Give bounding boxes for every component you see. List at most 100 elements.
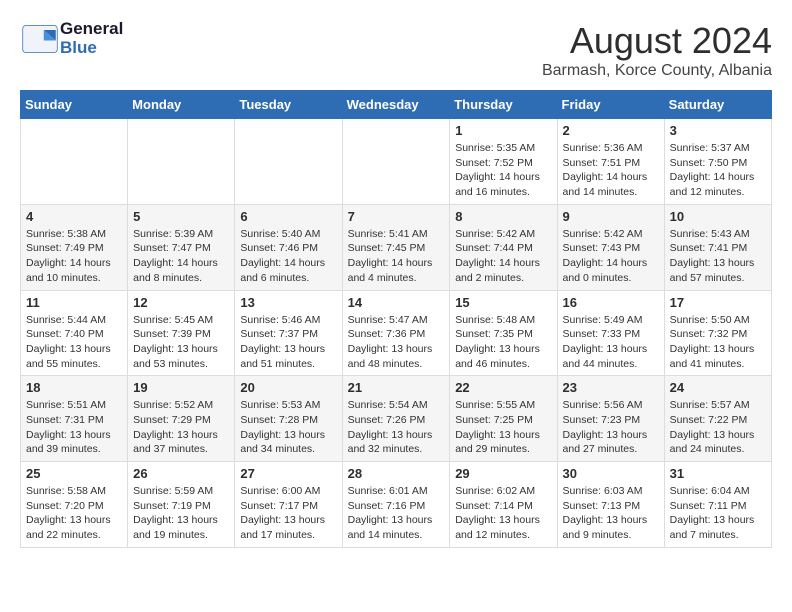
day-info: Sunrise: 5:55 AM Sunset: 7:25 PM Dayligh… <box>455 398 551 457</box>
page-header: General Blue August 2024 Barmash, Korce … <box>20 20 772 80</box>
day-number: 22 <box>455 380 551 395</box>
day-info: Sunrise: 5:48 AM Sunset: 7:35 PM Dayligh… <box>455 313 551 372</box>
calendar-week-row: 1 Sunrise: 5:35 AM Sunset: 7:52 PM Daylig… <box>21 119 772 205</box>
logo-general: General <box>60 20 123 39</box>
day-info: Sunrise: 5:42 AM Sunset: 7:44 PM Dayligh… <box>455 227 551 286</box>
day-info: Sunrise: 6:00 AM Sunset: 7:17 PM Dayligh… <box>240 484 336 543</box>
calendar-day-cell: 19Sunrise: 5:52 AM Sunset: 7:29 PM Dayli… <box>128 376 235 462</box>
day-info: Sunrise: 5:46 AM Sunset: 7:37 PM Dayligh… <box>240 313 336 372</box>
day-number: 9 <box>563 209 659 224</box>
calendar-day-cell: 13Sunrise: 5:46 AM Sunset: 7:37 PM Dayli… <box>235 290 342 376</box>
day-number: 17 <box>670 295 766 310</box>
calendar-week-row: 4Sunrise: 5:38 AM Sunset: 7:49 PM Daylig… <box>21 204 772 290</box>
weekday-header-thursday: Thursday <box>450 91 557 119</box>
day-number: 29 <box>455 466 551 481</box>
day-number: 27 <box>240 466 336 481</box>
calendar-day-cell: 14 Sunrise: 5:47 AM Sunset: 7:36 PM Dayli… <box>342 290 450 376</box>
day-number: 15 <box>455 295 551 310</box>
day-number: 3 <box>670 123 766 138</box>
day-info: Sunrise: 5:36 AM Sunset: 7:51 PM Dayligh… <box>563 141 659 200</box>
day-number: 7 <box>348 209 445 224</box>
day-number: 20 <box>240 380 336 395</box>
day-number: 21 <box>348 380 445 395</box>
weekday-header-friday: Friday <box>557 91 664 119</box>
day-number: 1 <box>455 123 551 138</box>
calendar-week-row: 11 Sunrise: 5:44 AM Sunset: 7:40 PM Dayli… <box>21 290 772 376</box>
day-info: Sunrise: 5:51 AM Sunset: 7:31 PM Dayligh… <box>26 398 122 457</box>
day-number: 28 <box>348 466 445 481</box>
day-info: Sunrise: 5:40 AM Sunset: 7:46 PM Dayligh… <box>240 227 336 286</box>
day-number: 2 <box>563 123 659 138</box>
calendar-day-cell: 28 Sunrise: 6:01 AM Sunset: 7:16 PM Dayli… <box>342 462 450 548</box>
location-subtitle: Barmash, Korce County, Albania <box>542 62 772 80</box>
day-info: Sunrise: 5:53 AM Sunset: 7:28 PM Dayligh… <box>240 398 336 457</box>
calendar-week-row: 18Sunrise: 5:51 AM Sunset: 7:31 PM Dayli… <box>21 376 772 462</box>
day-info: Sunrise: 5:54 AM Sunset: 7:26 PM Dayligh… <box>348 398 445 457</box>
weekday-header-row: SundayMondayTuesdayWednesdayThursdayFrid… <box>21 91 772 119</box>
day-info: Sunrise: 6:01 AM Sunset: 7:16 PM Dayligh… <box>348 484 445 543</box>
empty-day-cell <box>21 119 128 205</box>
day-number: 23 <box>563 380 659 395</box>
logo-blue: Blue <box>60 39 123 58</box>
weekday-header-tuesday: Tuesday <box>235 91 342 119</box>
day-info: Sunrise: 6:02 AM Sunset: 7:14 PM Dayligh… <box>455 484 551 543</box>
calendar-day-cell: 21 Sunrise: 5:54 AM Sunset: 7:26 PM Dayli… <box>342 376 450 462</box>
day-number: 25 <box>26 466 122 481</box>
day-info: Sunrise: 5:57 AM Sunset: 7:22 PM Dayligh… <box>670 398 766 457</box>
day-info: Sunrise: 5:47 AM Sunset: 7:36 PM Dayligh… <box>348 313 445 372</box>
day-number: 8 <box>455 209 551 224</box>
day-number: 19 <box>133 380 229 395</box>
calendar-day-cell: 24 Sunrise: 5:57 AM Sunset: 7:22 PM Dayli… <box>664 376 771 462</box>
day-number: 10 <box>670 209 766 224</box>
day-number: 5 <box>133 209 229 224</box>
day-number: 14 <box>348 295 445 310</box>
calendar-day-cell: 11 Sunrise: 5:44 AM Sunset: 7:40 PM Dayli… <box>21 290 128 376</box>
day-info: Sunrise: 5:56 AM Sunset: 7:23 PM Dayligh… <box>563 398 659 457</box>
day-info: Sunrise: 5:35 AM Sunset: 7:52 PM Dayligh… <box>455 141 551 200</box>
day-info: Sunrise: 5:42 AM Sunset: 7:43 PM Dayligh… <box>563 227 659 286</box>
calendar-day-cell: 12 Sunrise: 5:45 AM Sunset: 7:39 PM Dayli… <box>128 290 235 376</box>
calendar-day-cell: 9 Sunrise: 5:42 AM Sunset: 7:43 PM Daylig… <box>557 204 664 290</box>
calendar-day-cell: 4Sunrise: 5:38 AM Sunset: 7:49 PM Daylig… <box>21 204 128 290</box>
day-number: 12 <box>133 295 229 310</box>
empty-day-cell <box>128 119 235 205</box>
calendar-day-cell: 20 Sunrise: 5:53 AM Sunset: 7:28 PM Dayli… <box>235 376 342 462</box>
calendar-day-cell: 6 Sunrise: 5:40 AM Sunset: 7:46 PM Daylig… <box>235 204 342 290</box>
weekday-header-wednesday: Wednesday <box>342 91 450 119</box>
day-info: Sunrise: 6:03 AM Sunset: 7:13 PM Dayligh… <box>563 484 659 543</box>
weekday-header-saturday: Saturday <box>664 91 771 119</box>
month-year-title: August 2024 <box>542 20 772 62</box>
day-info: Sunrise: 5:45 AM Sunset: 7:39 PM Dayligh… <box>133 313 229 372</box>
day-info: Sunrise: 5:58 AM Sunset: 7:20 PM Dayligh… <box>26 484 122 543</box>
logo-icon <box>20 24 60 54</box>
logo: General Blue <box>20 20 123 57</box>
empty-day-cell <box>235 119 342 205</box>
calendar-day-cell: 7Sunrise: 5:41 AM Sunset: 7:45 PM Daylig… <box>342 204 450 290</box>
day-number: 24 <box>670 380 766 395</box>
day-number: 31 <box>670 466 766 481</box>
calendar-week-row: 25 Sunrise: 5:58 AM Sunset: 7:20 PM Dayli… <box>21 462 772 548</box>
calendar-table: SundayMondayTuesdayWednesdayThursdayFrid… <box>20 90 772 548</box>
calendar-day-cell: 29 Sunrise: 6:02 AM Sunset: 7:14 PM Dayli… <box>450 462 557 548</box>
calendar-day-cell: 10Sunrise: 5:43 AM Sunset: 7:41 PM Dayli… <box>664 204 771 290</box>
day-info: Sunrise: 5:59 AM Sunset: 7:19 PM Dayligh… <box>133 484 229 543</box>
calendar-day-cell: 15 Sunrise: 5:48 AM Sunset: 7:35 PM Dayli… <box>450 290 557 376</box>
day-info: Sunrise: 6:04 AM Sunset: 7:11 PM Dayligh… <box>670 484 766 543</box>
day-info: Sunrise: 5:44 AM Sunset: 7:40 PM Dayligh… <box>26 313 122 372</box>
day-number: 16 <box>563 295 659 310</box>
weekday-header-monday: Monday <box>128 91 235 119</box>
calendar-day-cell: 1 Sunrise: 5:35 AM Sunset: 7:52 PM Daylig… <box>450 119 557 205</box>
day-number: 6 <box>240 209 336 224</box>
day-number: 11 <box>26 295 122 310</box>
empty-day-cell <box>342 119 450 205</box>
calendar-day-cell: 2 Sunrise: 5:36 AM Sunset: 7:51 PM Daylig… <box>557 119 664 205</box>
calendar-day-cell: 17 Sunrise: 5:50 AM Sunset: 7:32 PM Dayli… <box>664 290 771 376</box>
calendar-day-cell: 26 Sunrise: 5:59 AM Sunset: 7:19 PM Dayli… <box>128 462 235 548</box>
day-number: 26 <box>133 466 229 481</box>
day-number: 30 <box>563 466 659 481</box>
day-info: Sunrise: 5:50 AM Sunset: 7:32 PM Dayligh… <box>670 313 766 372</box>
calendar-day-cell: 25 Sunrise: 5:58 AM Sunset: 7:20 PM Dayli… <box>21 462 128 548</box>
day-info: Sunrise: 5:39 AM Sunset: 7:47 PM Dayligh… <box>133 227 229 286</box>
day-number: 4 <box>26 209 122 224</box>
calendar-day-cell: 8 Sunrise: 5:42 AM Sunset: 7:44 PM Daylig… <box>450 204 557 290</box>
